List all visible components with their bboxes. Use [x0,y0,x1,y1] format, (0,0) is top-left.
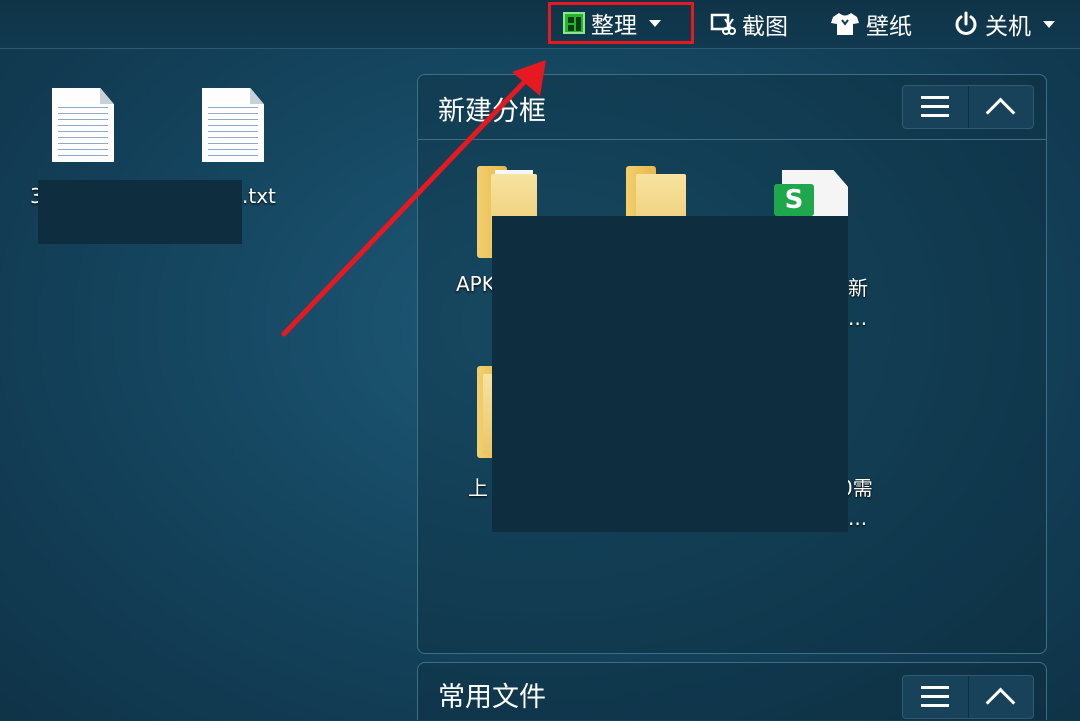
annotation-arrow [281,60,546,337]
